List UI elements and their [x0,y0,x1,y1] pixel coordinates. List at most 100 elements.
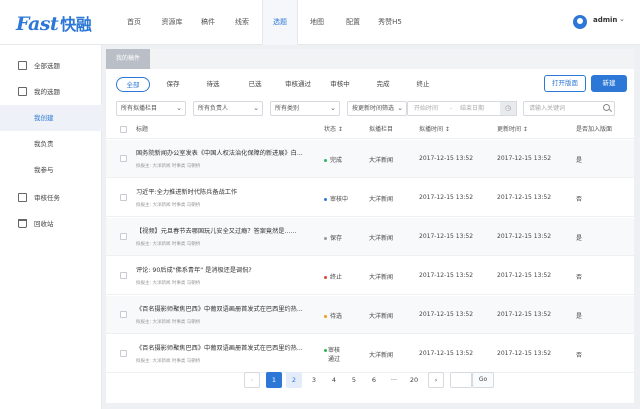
user-name[interactable]: admin [593,16,617,24]
app-logo[interactable]: Fast 快融 [16,11,92,35]
tab-done[interactable]: 完成 [366,77,400,92]
row-published: 是 [576,313,583,320]
chevron-down-icon: ⌄ [397,104,403,112]
search-icon[interactable] [603,104,610,111]
header-status[interactable]: 状态 ↕ [324,121,343,139]
page-button[interactable]: 6 [366,372,382,388]
end-date-placeholder: 结束日期 [460,105,485,112]
sidebar-item-label: 全部选题 [34,62,60,70]
row-checkbox[interactable] [120,350,127,357]
row-published: 否 [576,196,583,203]
main-panel: 我的稿件 全部 保存 待选 已选 审核通过 审核中 完成 终止 打开版面 新建 … [106,49,634,403]
sidebar-item-participating[interactable]: 我参与 [0,157,102,183]
chevron-down-icon[interactable]: ⌄ [619,15,625,23]
row-update-time: 2017-12-15 13:52 [497,311,552,318]
row-title[interactable]: 【视频】元旦春节去哪国玩儿安全又过瘾？答案竟然是...... [136,226,296,235]
type-filter-select[interactable]: 所有类别 ⌄ [270,101,340,116]
nav-item-h5[interactable]: 秀赞H5 [372,0,408,45]
row-meta: 拟报主: 大洋新闻 时事类 马朝桥 [136,203,201,208]
page-button[interactable]: 1 [266,372,282,388]
row-title[interactable]: 评论: 90后成"佛系青年" 是消极还是调侃? [136,265,252,274]
sidebar-item-label: 我创建 [34,114,54,122]
page-button[interactable]: 5 [346,372,362,388]
header-title: 标题 [136,126,149,133]
next-page-button[interactable]: › [428,372,444,388]
header-update-time[interactable]: 更新时间 ↕ [497,121,528,139]
clock-icon[interactable]: ◷ [500,101,517,116]
owner-filter-select[interactable]: 所有负责人 ⌄ [193,101,263,116]
nav-item-topics[interactable]: 选题 [262,0,298,45]
page-button[interactable]: 3 [306,372,322,388]
page-button[interactable]: 4 [326,372,342,388]
nav-item-clues[interactable]: 线索 [226,0,258,45]
table-row[interactable]: 【视频】元旦春节去哪国玩儿安全又过瘾？答案竟然是...... 拟报主: 大洋新闻… [106,218,634,256]
tab-pending[interactable]: 待选 [196,77,230,92]
review-icon [18,193,27,202]
tab-all[interactable]: 全部 [116,77,150,92]
chevron-down-icon: ⌄ [330,104,336,112]
prev-page-button[interactable]: ‹ [244,372,260,388]
tab-selected[interactable]: 已选 [238,77,272,92]
sidebar: 全部选题 我的选题 我创建 我负责 我参与 审核任务 回收站 [0,45,102,409]
column-filter-select[interactable]: 所有拟播栏目 ⌄ [116,101,186,116]
nav-item-home[interactable]: 首页 [118,0,150,45]
select-all-checkbox[interactable] [120,126,127,133]
sidebar-item-label: 回收站 [34,220,54,228]
page-button[interactable]: 2 [286,372,302,388]
table-row[interactable]: 习近平:全力推进新时代陈兵备战工作 拟报主: 大洋新闻 时事类 马朝桥 审核中 … [106,179,634,217]
chevron-down-icon: ⌄ [176,104,182,112]
page-ellipsis: ··· [390,376,398,384]
row-title[interactable]: 习近平:全力推进新时代陈兵备战工作 [136,187,237,196]
row-column: 大洋新闻 [369,157,394,164]
sidebar-item-review-tasks[interactable]: 审核任务 [0,185,102,211]
sidebar-item-trash[interactable]: 回收站 [0,211,102,237]
row-title[interactable]: 国务院新闻办公室发表《中国人权法治化保障的新进展》白... [136,148,303,157]
tab-approved[interactable]: 审核通过 [278,77,318,92]
date-separator: - [450,105,453,112]
header-draft-time[interactable]: 拟播时间 ↕ [419,121,450,139]
row-checkbox[interactable] [120,194,127,201]
row-draft-time: 2017-12-15 13:52 [419,194,474,201]
table-row[interactable]: 国务院新闻办公室发表《中国人权法治化保障的新进展》白... 拟报主: 大洋新闻 … [106,140,634,178]
row-checkbox[interactable] [120,311,127,318]
table-row[interactable]: 《百名摄影师聚焦巴西》中葡双语画册首发式在巴西里约热... 拟报主: 大洋新闻 … [106,296,634,334]
status-badge: 审核 通过 [324,346,340,364]
sidebar-item-created-by-me[interactable]: 我创建 [0,105,102,131]
row-update-time: 2017-12-15 13:52 [497,155,552,162]
row-checkbox[interactable] [120,233,127,240]
status-badge: 完成 [324,155,342,164]
nav-item-manuscripts[interactable]: 稿件 [192,0,224,45]
row-title[interactable]: 《百名摄影师聚焦巴西》中葡双语画册首发式在巴西里约热... [136,343,303,352]
row-checkbox[interactable] [120,272,127,279]
user-avatar-icon[interactable] [573,15,587,29]
tab-terminated[interactable]: 终止 [406,77,440,92]
row-checkbox[interactable] [120,155,127,162]
page-jump-input[interactable] [450,372,472,388]
sidebar-item-my-topics[interactable]: 我的选题 [0,79,102,105]
trash-icon [18,219,27,228]
header-column: 拟播栏目 [369,126,394,133]
create-button[interactable]: 新建 [591,75,627,92]
open-layout-button[interactable]: 打开版面 [544,75,586,92]
search-input[interactable]: 请输入关键词 [523,101,615,116]
nav-item-map[interactable]: 地图 [300,0,334,45]
breadcrumb-tab[interactable]: 我的稿件 [106,49,151,69]
page-button[interactable]: 20 [406,372,422,388]
sidebar-item-responsible[interactable]: 我负责 [0,131,102,157]
nav-item-resources[interactable]: 资源库 [153,0,191,45]
table-row[interactable]: 《百名摄影师聚焦巴西》中葡双语画册首发式在巴西里约热... 拟报主: 大洋新闻 … [106,335,634,373]
row-title[interactable]: 《百名摄影师聚焦巴西》中葡双语画册首发式在巴西里约热... [136,304,303,313]
tab-saved[interactable]: 保存 [156,77,190,92]
nav-item-config[interactable]: 配置 [336,0,370,45]
sidebar-item-all-topics[interactable]: 全部选题 [0,53,102,79]
row-update-time: 2017-12-15 13:52 [497,194,552,201]
go-button[interactable]: Go [472,372,494,388]
status-dot-icon [324,276,327,279]
table-row[interactable]: 评论: 90后成"佛系青年" 是消极还是调侃? 拟报主: 大洋新闻 时事类 马朝… [106,257,634,295]
tab-reviewing[interactable]: 审核中 [323,77,357,92]
time-filter-select[interactable]: 按更新时间筛选 ⌄ [347,101,407,116]
status-dot-icon [324,237,327,240]
top-navbar: Fast 快融 首页 资源库 稿件 线索 选题 地图 配置 秀赞H5 admin … [0,0,640,45]
row-column: 大洋新闻 [369,274,394,281]
my-topics-icon [18,87,27,96]
